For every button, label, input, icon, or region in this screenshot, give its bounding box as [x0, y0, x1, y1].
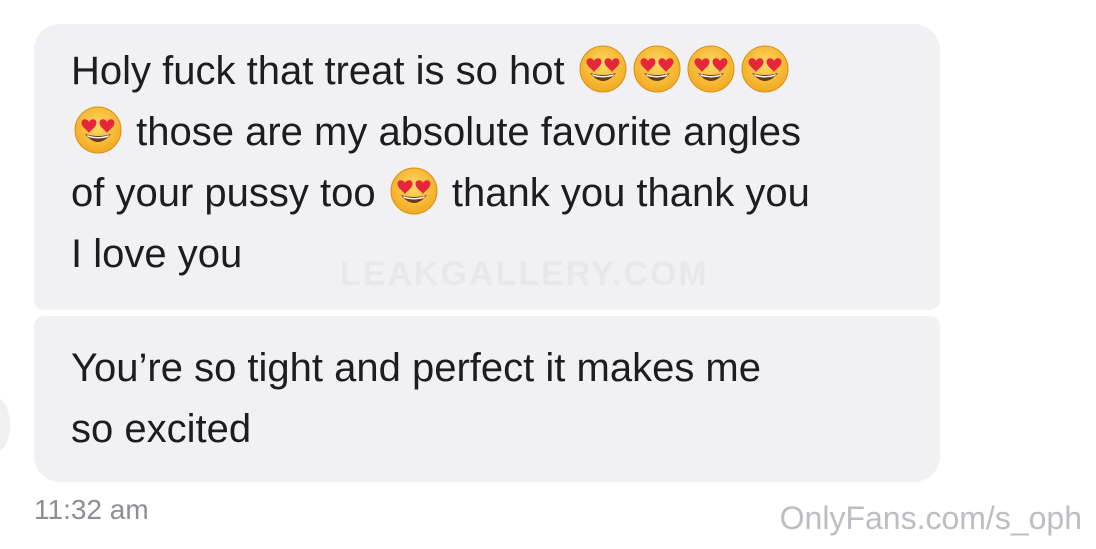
- message-line: Holy fuck that treat is so hot: [71, 41, 904, 102]
- heart-eyes-emoji-icon: [740, 44, 790, 94]
- message-line: You’re so tight and perfect it makes me: [71, 338, 904, 399]
- message-text: those are my absolute favorite angles: [136, 110, 801, 154]
- heart-eyes-emoji-icon: [73, 105, 123, 155]
- watermark-text: OnlyFans.com/s_oph: [779, 500, 1082, 536]
- message-text: of your pussy too: [71, 171, 376, 215]
- avatar[interactable]: [0, 398, 10, 452]
- message-line: of your pussy too thank you thank you: [71, 163, 904, 224]
- heart-eyes-emoji-icon: [389, 166, 439, 216]
- message-line: those are my absolute favorite angles: [71, 102, 904, 163]
- heart-eyes-emoji-icon: [632, 44, 682, 94]
- heart-eyes-emoji-icon: [686, 44, 736, 94]
- message-bubble[interactable]: You’re so tight and perfect it makes me …: [34, 316, 940, 482]
- chat-screen: Holy fuck that treat is so hot those are…: [0, 0, 1096, 549]
- message-text: thank you thank you: [451, 171, 810, 215]
- message-text: so excited: [71, 407, 252, 451]
- message-line: so excited: [71, 399, 904, 460]
- message-text: Holy fuck that treat is so hot: [71, 49, 565, 93]
- message-text: I love you: [71, 232, 243, 276]
- message-timestamp: 11:32 am: [34, 494, 149, 525]
- heart-eyes-emoji-icon: [578, 44, 628, 94]
- background-watermark: LEAKGALLERY.COM: [340, 255, 709, 294]
- message-text: You’re so tight and perfect it makes me: [71, 346, 761, 390]
